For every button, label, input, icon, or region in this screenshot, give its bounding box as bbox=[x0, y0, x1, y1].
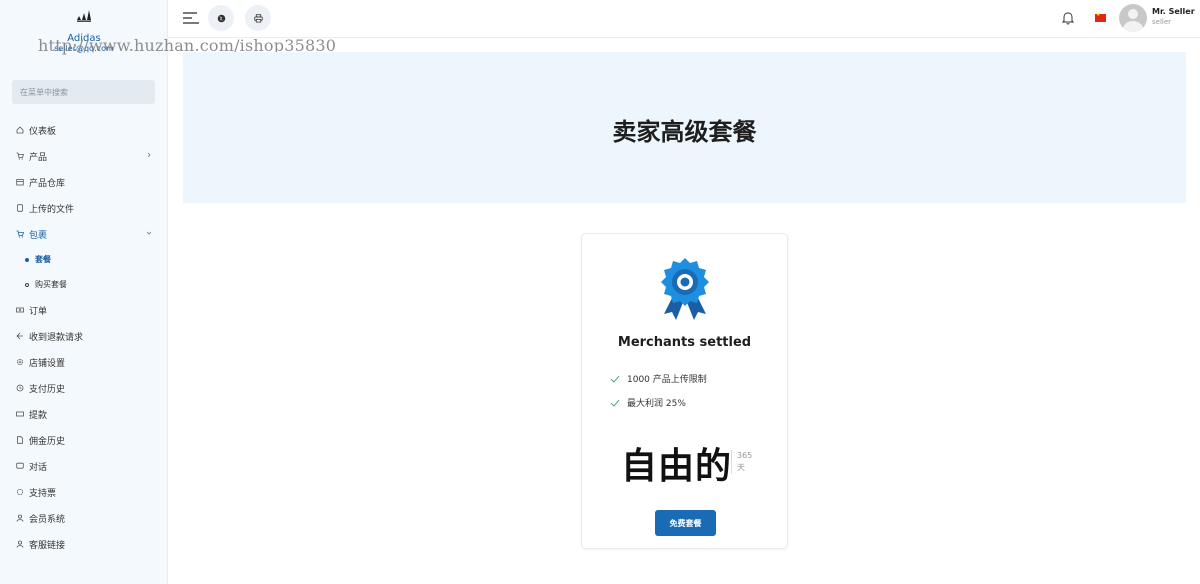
money-icon bbox=[16, 306, 24, 314]
sidebar-item-label: 佣金历史 bbox=[29, 436, 66, 447]
adidas-logo-icon[interactable] bbox=[76, 8, 92, 22]
sidebar-item-label: 上传的文件 bbox=[29, 204, 75, 215]
sidebar-item-packages[interactable]: 包裹 bbox=[0, 221, 168, 247]
sidebar-item-label: 客服链接 bbox=[29, 540, 66, 551]
sidebar-item-products[interactable]: 产品 bbox=[0, 143, 168, 169]
sidebar-item-shop-settings[interactable]: 店铺设置 bbox=[0, 349, 168, 375]
sidebar-subitem-packages[interactable]: 套餐 bbox=[0, 247, 168, 272]
sidebar-item-label: 会员系统 bbox=[29, 514, 66, 525]
sidebar-item-commission-history[interactable]: 佣金历史 bbox=[0, 427, 168, 453]
sidebar-item-support-ticket[interactable]: 支持票 bbox=[0, 479, 168, 505]
file-icon bbox=[16, 204, 24, 212]
settings-icon bbox=[16, 358, 24, 366]
chat-icon bbox=[16, 462, 24, 470]
check-icon bbox=[610, 375, 620, 383]
check-icon bbox=[610, 399, 620, 407]
print-button[interactable] bbox=[245, 5, 271, 31]
withdraw-icon bbox=[16, 410, 24, 418]
package-price: 自由的 bbox=[621, 446, 733, 487]
sidebar-subitem-label: 购买套餐 bbox=[35, 280, 67, 289]
topbar: Mr. Seller seller bbox=[168, 0, 1200, 38]
globe-button[interactable] bbox=[208, 5, 234, 31]
sidebar-item-conversations[interactable]: 对话 bbox=[0, 453, 168, 479]
support-icon bbox=[16, 488, 24, 496]
inactive-dot-icon bbox=[25, 282, 29, 287]
sidebar-item-payment-history[interactable]: 支付历史 bbox=[0, 375, 168, 401]
sidebar-item-label: 产品 bbox=[29, 152, 48, 163]
feature-item: 1000 产品上传限制 bbox=[610, 372, 707, 385]
sidebar-subitem-buy-package[interactable]: 购买套餐 bbox=[0, 272, 168, 297]
active-dot-icon bbox=[25, 257, 29, 262]
award-badge-icon bbox=[661, 258, 709, 320]
sidebar-subitem-label: 套餐 bbox=[35, 255, 51, 264]
duration-unit: 天 bbox=[737, 463, 745, 472]
sidebar-item-label: 提款 bbox=[29, 410, 48, 421]
hero-banner: 卖家高级套餐 bbox=[183, 52, 1186, 203]
sidebar-item-uploaded-files[interactable]: 上传的文件 bbox=[0, 195, 168, 221]
user-icon bbox=[16, 514, 24, 522]
sidebar: Adidas seller@qq.com http://www.huzhan.c… bbox=[0, 0, 336, 584]
sidebar-item-label: 支付历史 bbox=[29, 384, 66, 395]
sidebar-item-label: 店铺设置 bbox=[29, 358, 66, 369]
warehouse-icon bbox=[16, 178, 24, 186]
sidebar-item-label: 仪表板 bbox=[29, 126, 57, 137]
sidebar-item-warehouse[interactable]: 产品仓库 bbox=[0, 169, 168, 195]
menu-toggle-icon[interactable] bbox=[183, 11, 199, 25]
feature-text: 最大利润 25% bbox=[627, 399, 686, 409]
free-package-button[interactable]: 免费套餐 bbox=[655, 510, 716, 536]
sidebar-item-label: 对话 bbox=[29, 462, 48, 473]
avatar[interactable] bbox=[1119, 4, 1147, 32]
sidebar-item-orders[interactable]: 订单 bbox=[0, 297, 168, 323]
notification-bell-icon[interactable] bbox=[1062, 11, 1074, 25]
package-card: Merchants settled 1000 产品上传限制 最大利润 25% 自… bbox=[581, 233, 788, 549]
chevron-down-icon bbox=[146, 231, 152, 235]
china-flag-icon[interactable] bbox=[1095, 12, 1106, 22]
sidebar-menu: 仪表板 产品 产品仓库 上传的文件 包裹 套餐 购买套餐 订单 收到退款请求 店… bbox=[0, 117, 168, 557]
sidebar-item-label: 支持票 bbox=[29, 488, 57, 499]
feature-item: 最大利润 25% bbox=[610, 396, 686, 409]
sidebar-item-label: 包裹 bbox=[29, 230, 48, 241]
package-name: Merchants settled bbox=[617, 335, 752, 350]
package-duration: 365 天 bbox=[731, 450, 752, 474]
duration-value: 365 bbox=[737, 451, 753, 460]
sidebar-item-refund-requests[interactable]: 收到退款请求 bbox=[0, 323, 168, 349]
history-icon bbox=[16, 384, 24, 392]
sidebar-item-dashboard[interactable]: 仪表板 bbox=[0, 117, 168, 143]
user-name[interactable]: Mr. Seller bbox=[1152, 7, 1195, 16]
sidebar-item-label: 产品仓库 bbox=[29, 178, 66, 189]
user-icon bbox=[16, 540, 24, 548]
refund-icon bbox=[16, 332, 24, 340]
sidebar-item-label: 订单 bbox=[29, 306, 48, 317]
package-icon bbox=[16, 230, 24, 238]
home-icon bbox=[16, 126, 24, 134]
feature-text: 1000 产品上传限制 bbox=[627, 375, 707, 385]
page-title: 卖家高级套餐 bbox=[612, 118, 757, 146]
cart-icon bbox=[16, 152, 24, 160]
menu-search-input[interactable] bbox=[12, 80, 155, 104]
printer-icon bbox=[253, 13, 263, 23]
user-role: seller bbox=[1152, 18, 1172, 26]
sidebar-item-withdraw[interactable]: 提款 bbox=[0, 401, 168, 427]
sidebar-item-membership[interactable]: 会员系统 bbox=[0, 505, 168, 531]
sidebar-item-label: 收到退款请求 bbox=[29, 332, 84, 343]
chevron-right-icon bbox=[147, 152, 151, 158]
globe-icon bbox=[217, 14, 225, 22]
document-icon bbox=[16, 436, 24, 444]
sidebar-item-customer-service[interactable]: 客服链接 bbox=[0, 531, 168, 557]
